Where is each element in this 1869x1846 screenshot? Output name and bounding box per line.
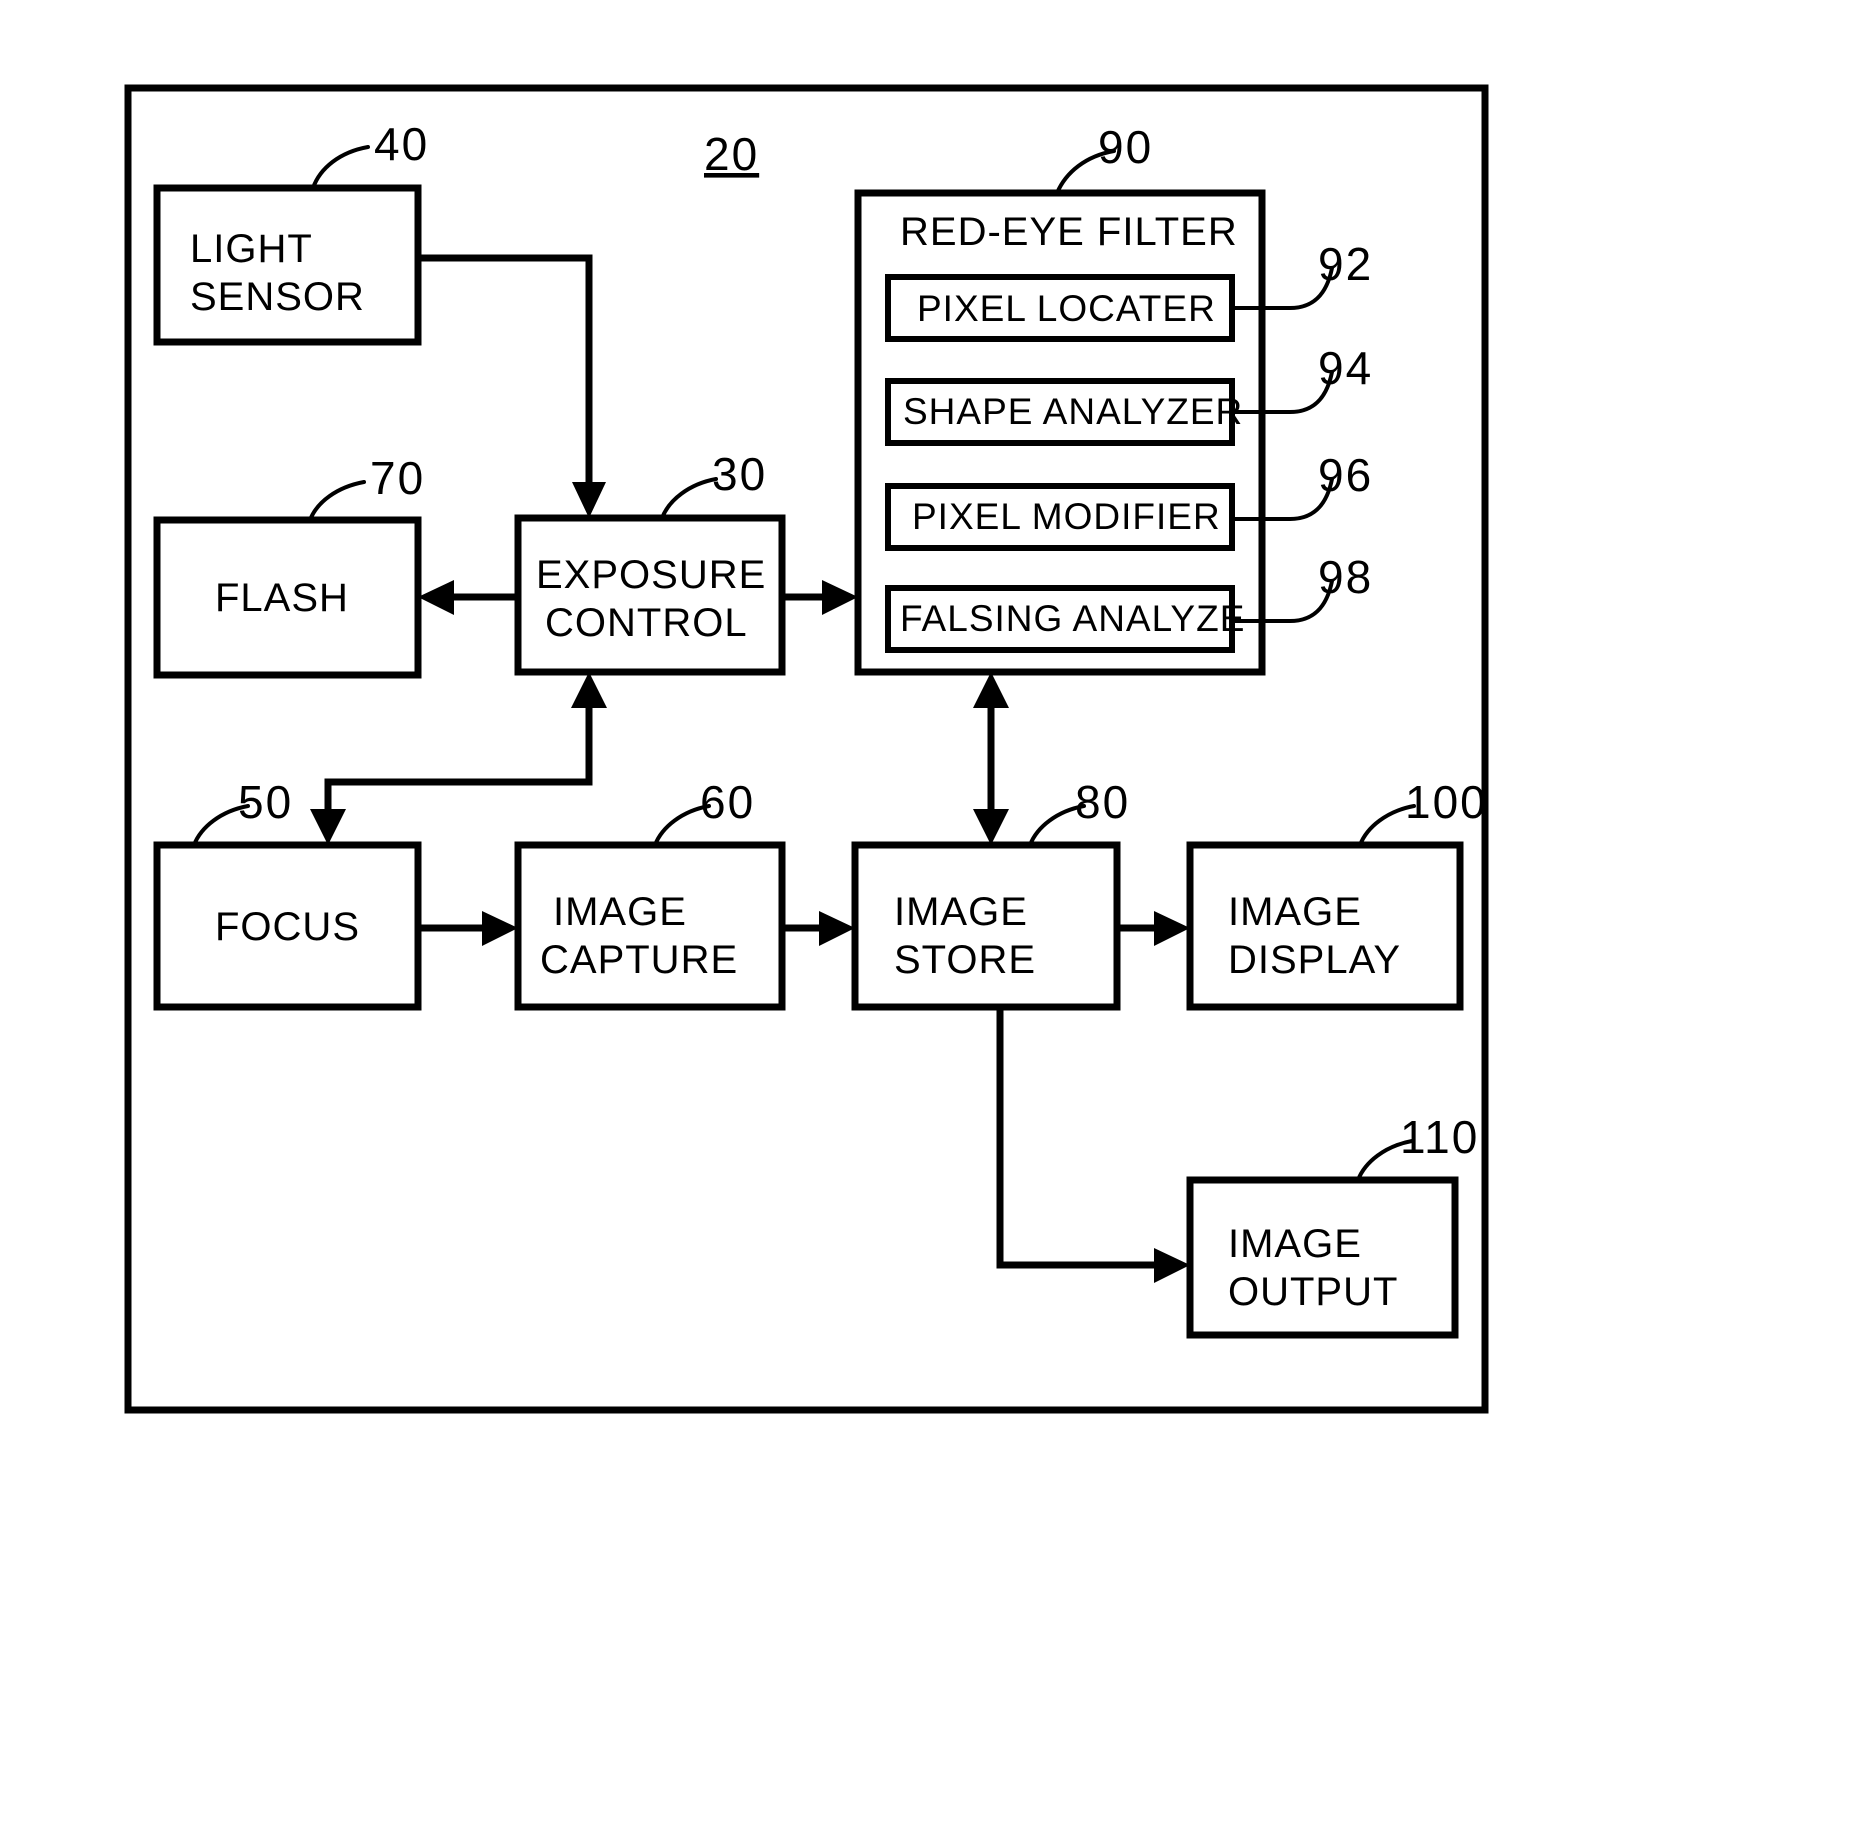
exposure-label-line1: EXPOSURE (536, 553, 766, 597)
exposure-leader (660, 477, 718, 520)
figure-ref-20: 20 (704, 128, 759, 180)
shape-analyzer-label: SHAPE ANALYZER (903, 391, 1243, 432)
ref-60: 60 (700, 776, 755, 828)
ref-110: 110 (1400, 1111, 1479, 1163)
image-display-label-line2: DISPLAY (1228, 938, 1401, 982)
wire-exposure-to-focus (324, 700, 593, 818)
arrowhead-into-flash (418, 580, 454, 615)
light-sensor-label-line2: SENSOR (190, 275, 365, 319)
ref-90: 90 (1098, 121, 1153, 173)
ref-92: 92 (1318, 238, 1373, 290)
arrowhead-into-redeye-bottom (973, 672, 1009, 708)
arrowhead-into-imagestore-top (973, 809, 1009, 845)
image-output-label-line1: IMAGE (1228, 1222, 1362, 1266)
image-capture-label-line2: CAPTURE (540, 938, 738, 982)
wire-light-sensor-to-exposure (418, 254, 593, 497)
flash-leader (308, 480, 366, 522)
focus-label: FOCUS (215, 905, 360, 949)
wire-store-to-output (996, 1007, 1160, 1269)
image-capture-label-line1: IMAGE (553, 890, 687, 934)
patent-figure: 20 LIGHT SENSOR 40 FLASH 70 EXPOSURE CON… (0, 0, 1869, 1846)
arrowhead-into-store (819, 911, 855, 946)
arrowhead-into-display (1154, 911, 1190, 946)
ref-30: 30 (712, 448, 767, 500)
figure-canvas: 20 LIGHT SENSOR 40 FLASH 70 EXPOSURE CON… (124, 84, 1489, 1414)
red-eye-filter-title: RED-EYE FILTER (900, 210, 1238, 254)
exposure-label-line2: CONTROL (545, 601, 748, 645)
light-sensor-label-line1: LIGHT (190, 227, 313, 271)
image-display-label-line1: IMAGE (1228, 890, 1362, 934)
ref-80: 80 (1075, 776, 1130, 828)
light-sensor-leader (311, 145, 370, 190)
ref-100: 100 (1405, 776, 1488, 828)
ref-40: 40 (374, 118, 429, 170)
arrowhead-into-capture (482, 911, 518, 946)
image-store-label-line2: STORE (894, 938, 1036, 982)
image-output-label-line2: OUTPUT (1228, 1270, 1398, 1314)
ref-50: 50 (238, 776, 293, 828)
arrowhead-into-exposure-top (572, 482, 606, 518)
arrowhead-into-redeye (822, 580, 858, 615)
flash-label: FLASH (215, 576, 349, 620)
ref-70: 70 (370, 452, 425, 504)
pixel-locater-label: PIXEL LOCATER (917, 288, 1216, 329)
image-store-label-line1: IMAGE (894, 890, 1028, 934)
ref-98: 98 (1318, 551, 1373, 603)
arrowhead-into-output (1154, 1248, 1190, 1283)
ref-96: 96 (1318, 449, 1373, 501)
falsing-analyze-label: FALSING ANALYZE (900, 598, 1245, 639)
pixel-modifier-label: PIXEL MODIFIER (912, 496, 1221, 537)
ref-94: 94 (1318, 342, 1373, 394)
arrowhead-into-exposure-bottom (571, 672, 607, 708)
arrowhead-into-focus-top (310, 809, 346, 845)
